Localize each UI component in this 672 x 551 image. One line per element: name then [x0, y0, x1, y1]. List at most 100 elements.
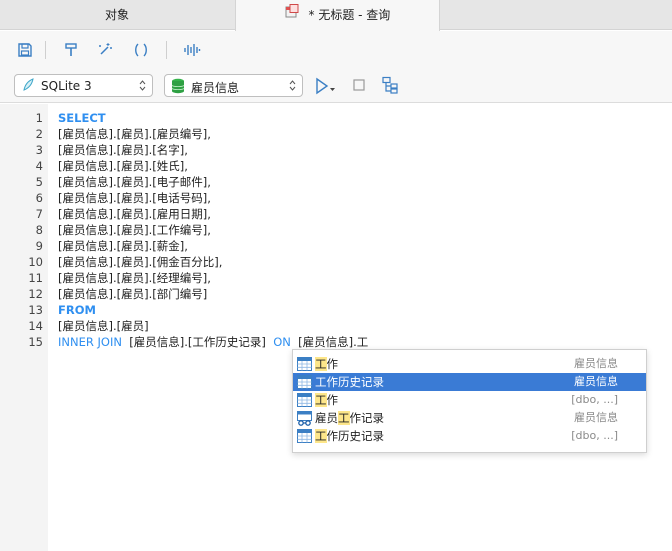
sql-text: [雇员信息].[雇员].[雇员编号], [58, 127, 211, 141]
save-icon [18, 43, 32, 57]
autocomplete-item[interactable]: 工作 [dbo, ...] [293, 391, 646, 409]
code-line: [雇员信息].[雇员].[电话号码], [58, 190, 211, 206]
autocomplete-item-name: 工作 [315, 355, 338, 373]
line-number: 10 [28, 255, 43, 269]
autocomplete-item[interactable]: 工作 雇员信息 [293, 355, 646, 373]
run-button[interactable] [314, 75, 336, 97]
beautify-button[interactable] [94, 39, 116, 61]
database-select-label: SQLite 3 [41, 79, 92, 93]
code-line: [雇员信息].[雇员].[雇员编号], [58, 126, 211, 142]
line-number: 14 [28, 319, 43, 333]
line-number: 1 [35, 111, 43, 125]
line-number: 4 [35, 159, 43, 173]
line-number: 3 [35, 143, 43, 157]
match-highlight: 工 [315, 375, 327, 389]
autocomplete-item-schema: 雇员信息 [574, 357, 618, 370]
save-button[interactable] [14, 39, 36, 61]
name-part: 作历史记录 [326, 429, 385, 443]
tab-objects[interactable]: 对象 [0, 0, 234, 30]
autocomplete-item-name: 工作历史记录 [315, 427, 384, 445]
sql-text: [雇员信息].[雇员] [58, 319, 149, 333]
toolbar-separator [45, 41, 46, 59]
line-number: 13 [28, 303, 43, 317]
sql-text: [雇员信息].[工作历史记录] [121, 335, 274, 349]
line-number-gutter: 1 2 3 4 5 6 7 8 9 10 11 12 13 14 15 [0, 104, 48, 551]
sql-text: [雇员信息].[雇员].[薪金], [58, 239, 188, 253]
brackets-button[interactable] [130, 39, 152, 61]
query-toolbar [0, 31, 672, 67]
name-part: 作 [326, 393, 339, 407]
match-highlight: 工 [315, 429, 327, 443]
code-line: [雇员信息].[雇员].[工作编号], [58, 222, 211, 238]
autocomplete-item[interactable]: 工作历史记录 [dbo, ...] [293, 427, 646, 445]
autocomplete-item-name: 雇员工作记录 [315, 409, 384, 427]
autocomplete-item[interactable]: 雇员工作记录 雇员信息 [293, 409, 646, 427]
line-number: 12 [28, 287, 43, 301]
code-line: [雇员信息].[雇员].[电子邮件], [58, 174, 211, 190]
format-button[interactable] [60, 39, 82, 61]
line-number: 15 [28, 335, 43, 349]
match-highlight: 工 [315, 393, 327, 407]
autocomplete-item-schema: [dbo, ...] [571, 393, 618, 406]
code-line: [雇员信息].[雇员] [58, 318, 149, 334]
tab-query[interactable]: * 无标题 - 查询 [235, 0, 440, 31]
explain-button[interactable] [181, 39, 203, 61]
match-highlight: 工 [315, 357, 327, 371]
schema-select[interactable]: 雇员信息 [164, 74, 303, 97]
line-number: 6 [35, 191, 43, 205]
sql-text: [雇员信息].[雇员].[姓氏], [58, 159, 188, 173]
code-line: [雇员信息].[雇员].[部门编号] [58, 286, 207, 302]
sql-keyword: INNER JOIN [58, 335, 122, 349]
code-line: [雇员信息].[雇员].[佣金百分比], [58, 254, 222, 270]
autocomplete-item-schema: 雇员信息 [574, 411, 618, 424]
sql-text: [雇员信息].[雇员].[雇用日期], [58, 207, 211, 221]
code-line: SELECT [58, 110, 106, 126]
waveform-icon [184, 44, 201, 56]
format-icon [65, 43, 77, 56]
code-line: [雇员信息].[雇员].[薪金], [58, 238, 188, 254]
sql-text: [雇员信息].[雇员].[电子邮件], [58, 175, 211, 189]
name-part: 雇员 [315, 411, 338, 425]
line-number: 9 [35, 239, 43, 253]
sql-keyword: FROM [58, 303, 96, 317]
line-number: 2 [35, 127, 43, 141]
match-highlight: 工 [338, 411, 350, 425]
sql-text: [雇员信息].[雇员].[部门编号] [58, 287, 208, 301]
database-select[interactable]: SQLite 3 [14, 74, 153, 97]
toolbar-separator [166, 41, 167, 59]
line-number: 8 [35, 223, 43, 237]
sql-text: [雇员信息].[雇员].[经理编号], [58, 271, 211, 285]
magic-wand-icon [99, 43, 112, 55]
autocomplete-item-name: 工作 [315, 391, 338, 409]
name-part: 作 [326, 357, 339, 371]
tab-bar: 对象 * 无标题 - 查询 [0, 0, 672, 31]
query-builder-button[interactable] [379, 74, 401, 96]
stop-icon [353, 79, 365, 91]
play-icon [316, 77, 335, 95]
line-number: 11 [28, 271, 43, 285]
autocomplete-item-schema: 雇员信息 [574, 375, 618, 388]
code-line: INNER JOIN [雇员信息].[工作历史记录] ON [雇员信息].工 [58, 334, 368, 350]
line-number: 7 [35, 207, 43, 221]
sql-keyword: SELECT [58, 111, 106, 125]
sql-text: [雇员信息].[雇员].[电话号码], [58, 191, 211, 205]
connection-bar: SQLite 3 雇员信息 [0, 67, 672, 103]
sql-text: [雇员信息].[雇员].[佣金百分比], [58, 255, 223, 269]
sqlite-icon [21, 78, 35, 95]
sql-editor[interactable]: 1 2 3 4 5 6 7 8 9 10 11 12 13 14 15 SELECT [雇员信息].[雇员].… [0, 104, 672, 551]
name-part: 作历史记录 [326, 375, 385, 389]
autocomplete-popup: 工作 雇员信息 工作历史记录 雇员信息 工作 [dbo, ...] 雇员工作记录 雇员信息 工作… [292, 349, 647, 453]
sql-keyword: ON [273, 335, 291, 349]
line-number: 5 [35, 175, 43, 189]
table-icon [297, 429, 312, 448]
autocomplete-item[interactable]: 工作历史记录 雇员信息 [293, 373, 646, 391]
autocomplete-item-schema: [dbo, ...] [571, 429, 618, 442]
tree-structure-icon [382, 76, 398, 94]
schema-select-label: 雇员信息 [191, 81, 240, 95]
name-part: 作记录 [349, 411, 385, 425]
sql-text: [雇员信息].[雇员].[工作编号], [58, 223, 211, 237]
autocomplete-item-name: 工作历史记录 [315, 373, 384, 391]
stop-button[interactable] [348, 74, 370, 96]
parentheses-icon [135, 43, 147, 57]
database-icon [171, 78, 185, 97]
